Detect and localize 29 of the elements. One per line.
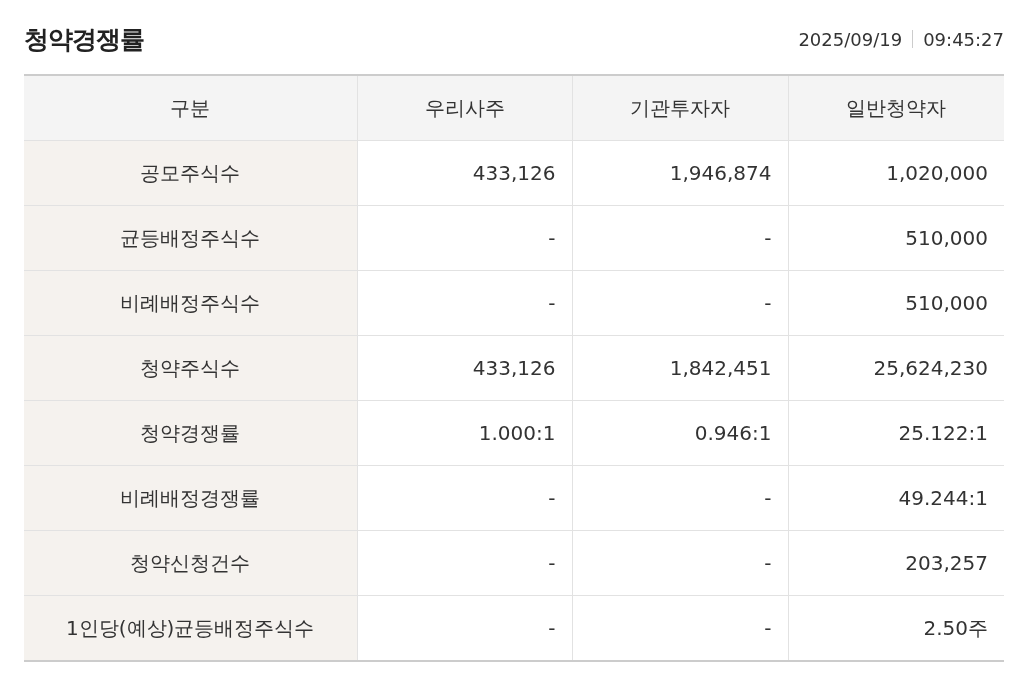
- row-label: 청약주식수: [24, 335, 357, 401]
- table-cell: -: [572, 205, 788, 271]
- column-header: 일반청약자: [788, 75, 1004, 141]
- table-cell: -: [357, 205, 572, 271]
- table-cell: -: [572, 465, 788, 531]
- column-header: 구분: [24, 75, 357, 141]
- table-cell: 433,126: [357, 335, 572, 401]
- time-text: 09:45:27: [923, 28, 1004, 50]
- table-cell: -: [357, 465, 572, 531]
- row-label: 비례배정주식수: [24, 270, 357, 336]
- row-label: 균등배정주식수: [24, 205, 357, 271]
- row-label: 비례배정경쟁률: [24, 465, 357, 531]
- date-text: 2025/09/19: [798, 28, 903, 50]
- row-label: 1인당(예상)균등배정주식수: [24, 595, 357, 661]
- row-label: 공모주식수: [24, 140, 357, 206]
- table-cell: 1,842,451: [572, 335, 788, 401]
- table-cell: -: [572, 270, 788, 336]
- row-label: 청약신청건수: [24, 530, 357, 596]
- table-cell: 0.946:1: [572, 400, 788, 466]
- table-cell: -: [357, 270, 572, 336]
- table-cell: 433,126: [357, 140, 572, 206]
- table-cell: 1,946,874: [572, 140, 788, 206]
- table-cell: -: [572, 530, 788, 596]
- table-cell: 1.000:1: [357, 400, 572, 466]
- page-title: 청약경쟁률: [24, 23, 144, 56]
- row-label: 청약경쟁률: [24, 400, 357, 466]
- column-header: 기관투자자: [572, 75, 788, 141]
- column-header: 우리사주: [357, 75, 572, 141]
- table-cell: -: [357, 530, 572, 596]
